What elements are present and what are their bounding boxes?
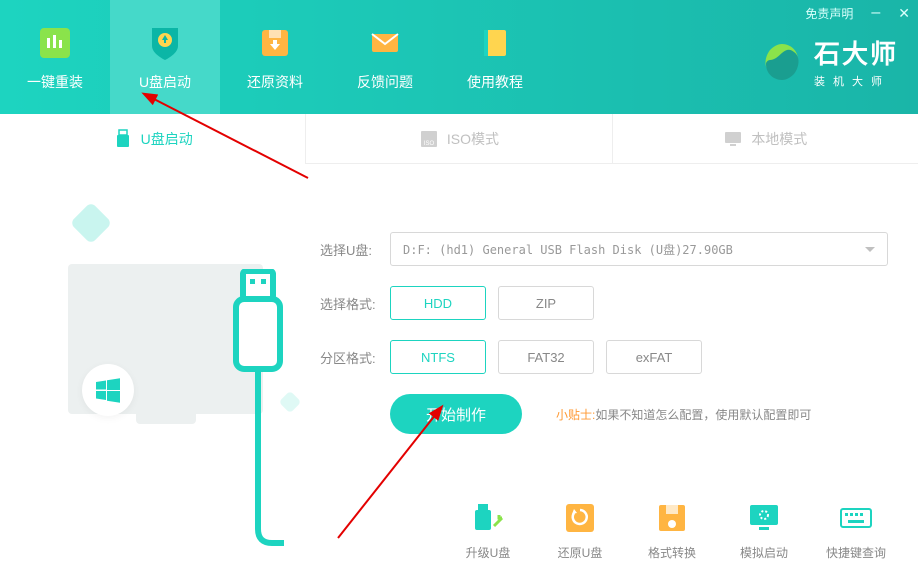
tool-label: 模拟启动 bbox=[740, 544, 788, 561]
usb-shield-icon bbox=[144, 22, 186, 64]
tool-label: 还原U盘 bbox=[558, 544, 603, 561]
brand-title: 石大师 bbox=[814, 34, 898, 71]
illustration bbox=[0, 164, 310, 579]
tool-label: 升级U盘 bbox=[466, 544, 511, 561]
nav-label: 一键重装 bbox=[27, 72, 83, 92]
content-area: 选择U盘: D:F: (hd1) General USB Flash Disk … bbox=[0, 164, 918, 579]
tab-label: 本地模式 bbox=[751, 129, 807, 149]
usb-icon bbox=[113, 129, 133, 149]
format-label: 选择格式: bbox=[320, 294, 390, 313]
start-button[interactable]: 开始制作 bbox=[390, 394, 522, 434]
disclaimer-link[interactable]: 免责声明 bbox=[805, 5, 853, 22]
close-button[interactable]: ✕ bbox=[898, 5, 910, 22]
format-opt-hdd[interactable]: HDD bbox=[390, 286, 486, 320]
form-panel: 选择U盘: D:F: (hd1) General USB Flash Disk … bbox=[310, 164, 918, 579]
iso-icon: ISO bbox=[419, 129, 439, 149]
tool-format-convert[interactable]: 格式转换 bbox=[640, 500, 704, 561]
monitor-icon bbox=[723, 129, 743, 149]
partition-opt-exfat[interactable]: exFAT bbox=[606, 340, 702, 374]
nav-feedback[interactable]: 反馈问题 bbox=[330, 0, 440, 114]
usb-restore-icon bbox=[562, 500, 598, 536]
nav-label: U盘启动 bbox=[139, 72, 191, 92]
partition-opt-fat32[interactable]: FAT32 bbox=[498, 340, 594, 374]
nav-tutorial[interactable]: 使用教程 bbox=[440, 0, 550, 114]
partition-opt-ntfs[interactable]: NTFS bbox=[390, 340, 486, 374]
disk-label: 选择U盘: bbox=[320, 240, 390, 259]
usb-illustration bbox=[232, 269, 284, 554]
brand: 石大师 装机大师 bbox=[760, 34, 898, 89]
titlebar: 免责声明 – ✕ bbox=[805, 4, 910, 22]
nav-restore[interactable]: 还原资料 bbox=[220, 0, 330, 114]
simulate-icon bbox=[746, 500, 782, 536]
tab-usb-boot[interactable]: U盘启动 bbox=[0, 114, 305, 164]
tutorial-icon bbox=[474, 22, 516, 64]
nav-label: 使用教程 bbox=[467, 72, 523, 92]
bottom-toolbar: 升级U盘 还原U盘 格式转换 模拟启动 bbox=[456, 500, 888, 561]
nav-label: 反馈问题 bbox=[357, 72, 413, 92]
tool-simulate-boot[interactable]: 模拟启动 bbox=[732, 500, 796, 561]
tip-label: 小贴士: bbox=[556, 408, 595, 422]
tip-text: 小贴士:如果不知道怎么配置，使用默认配置即可 bbox=[556, 406, 811, 423]
tool-restore-usb[interactable]: 还原U盘 bbox=[548, 500, 612, 561]
disk-value: D:F: (hd1) General USB Flash Disk (U盘)27… bbox=[403, 241, 733, 258]
tool-upgrade-usb[interactable]: 升级U盘 bbox=[456, 500, 520, 561]
disk-icon bbox=[654, 500, 690, 536]
restore-icon bbox=[254, 22, 296, 64]
tab-label: ISO模式 bbox=[447, 129, 499, 149]
brand-logo-icon bbox=[760, 40, 804, 84]
tab-iso-mode[interactable]: ISO ISO模式 bbox=[305, 114, 611, 164]
disk-select[interactable]: D:F: (hd1) General USB Flash Disk (U盘)27… bbox=[390, 232, 888, 266]
tool-label: 格式转换 bbox=[648, 544, 696, 561]
tool-hotkey-query[interactable]: 快捷键查询 bbox=[824, 500, 888, 561]
minimize-button[interactable]: – bbox=[871, 4, 880, 22]
usb-upgrade-icon bbox=[470, 500, 506, 536]
mode-tabs: U盘启动 ISO ISO模式 本地模式 bbox=[0, 114, 918, 164]
main-nav: 一键重装 U盘启动 还原资料 反馈问题 使用教程 bbox=[0, 0, 550, 114]
format-opt-zip[interactable]: ZIP bbox=[498, 286, 594, 320]
nav-reinstall[interactable]: 一键重装 bbox=[0, 0, 110, 114]
feedback-icon bbox=[364, 22, 406, 64]
decor-bubble bbox=[70, 202, 112, 244]
app-header: 免责声明 – ✕ 一键重装 U盘启动 还原资料 反馈问题 bbox=[0, 0, 918, 114]
nav-label: 还原资料 bbox=[247, 72, 303, 92]
reinstall-icon bbox=[34, 22, 76, 64]
brand-subtitle: 装机大师 bbox=[814, 73, 898, 89]
tab-label: U盘启动 bbox=[141, 129, 193, 149]
tool-label: 快捷键查询 bbox=[826, 544, 886, 561]
svg-text:ISO: ISO bbox=[424, 141, 435, 147]
tab-local-mode[interactable]: 本地模式 bbox=[612, 114, 918, 164]
partition-label: 分区格式: bbox=[320, 348, 390, 367]
nav-usb-boot[interactable]: U盘启动 bbox=[110, 0, 220, 114]
windows-icon bbox=[82, 364, 134, 416]
keyboard-icon bbox=[838, 500, 874, 536]
